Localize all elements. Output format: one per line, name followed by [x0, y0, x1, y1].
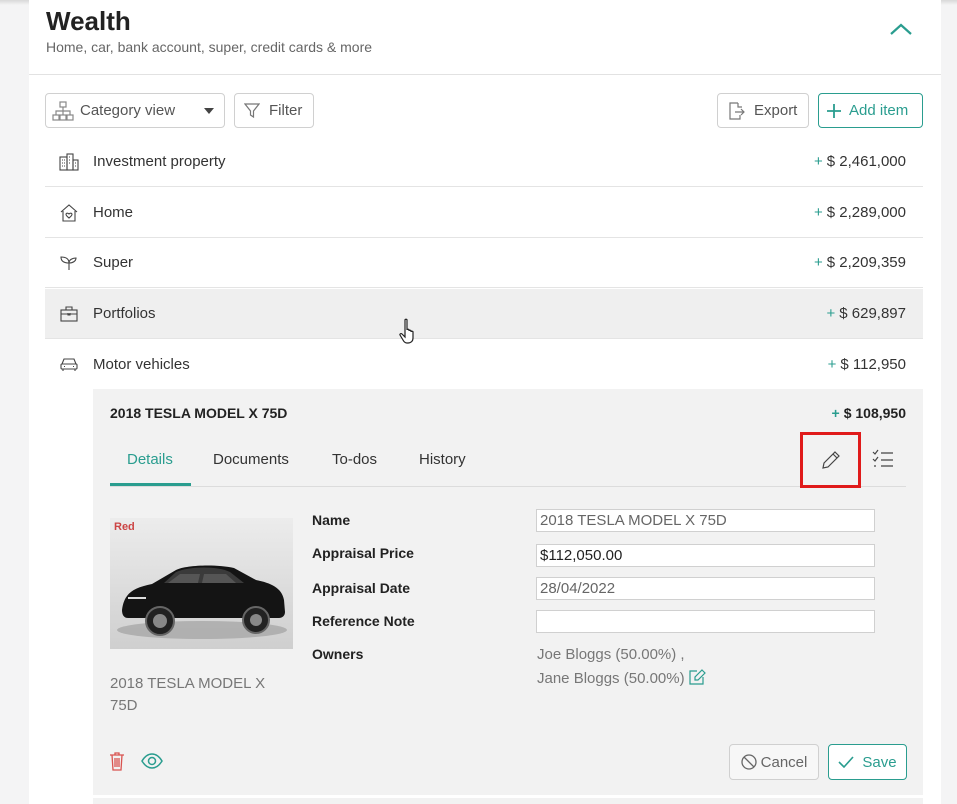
- category-label: Super: [93, 254, 134, 271]
- ban-icon: [740, 754, 757, 770]
- plus-icon: [819, 103, 849, 118]
- name-field[interactable]: 2018 TESLA MODEL X 75D: [536, 509, 875, 532]
- name-label: Name: [312, 512, 351, 528]
- category-amount: + $ 629,897: [826, 305, 907, 322]
- reference-note-field[interactable]: [536, 610, 875, 633]
- add-item-button[interactable]: Add item: [818, 93, 923, 128]
- category-amount: + $ 2,209,359: [813, 254, 906, 271]
- funnel-icon: [235, 102, 269, 119]
- category-row-motor-vehicles[interactable]: Motor vehicles + $ 112,950: [45, 339, 923, 389]
- tab-todos[interactable]: To-dos: [332, 451, 377, 468]
- category-label: Investment property: [93, 153, 226, 170]
- category-label: Portfolios: [93, 305, 156, 322]
- hand-cursor-icon: [399, 318, 414, 344]
- category-label: Motor vehicles: [93, 355, 190, 373]
- owner-2: Jane Bloggs (50.00%): [537, 669, 706, 687]
- hierarchy-icon: [46, 100, 80, 121]
- category-view-label: Category view: [80, 102, 176, 119]
- header-divider: [29, 74, 941, 75]
- edit-owners-icon[interactable]: [689, 669, 706, 685]
- trash-icon[interactable]: [107, 751, 127, 771]
- owner-1: Joe Bloggs (50.00%) ,: [537, 646, 685, 663]
- category-amount: + $ 2,289,000: [813, 204, 906, 221]
- category-amount: + $ 112,950: [827, 355, 906, 373]
- appraisal-price-field[interactable]: $112,050.00: [536, 544, 875, 567]
- category-row-home[interactable]: Home + $ 2,289,000: [45, 188, 923, 238]
- vehicle-image: Red: [110, 518, 293, 649]
- export-button[interactable]: Export: [717, 93, 809, 128]
- category-amount: + $ 2,461,000: [813, 153, 906, 170]
- chevron-up-icon: [890, 23, 912, 35]
- filter-button[interactable]: Filter: [234, 93, 314, 128]
- page-title: Wealth: [46, 6, 131, 36]
- checklist-icon: [872, 449, 893, 467]
- page-subtitle: Home, car, bank account, super, credit c…: [46, 39, 373, 55]
- category-row-super[interactable]: Super + $ 2,209,359: [45, 238, 923, 288]
- category-row-portfolios[interactable]: Portfolios + $ 629,897: [45, 289, 923, 339]
- save-button[interactable]: Save: [828, 744, 907, 780]
- vehicle-caption: 2018 TESLA MODEL X 75D: [110, 675, 266, 714]
- item-amount: + $ 108,950: [831, 405, 906, 421]
- edit-button[interactable]: [800, 432, 861, 488]
- checklist-button[interactable]: [872, 449, 894, 474]
- filter-label: Filter: [269, 102, 303, 119]
- active-tab-indicator: [110, 483, 191, 486]
- owners-label: Owners: [312, 646, 364, 662]
- appraisal-price-label: Appraisal Price: [312, 545, 414, 561]
- appraisal-date-field[interactable]: 28/04/2022: [536, 577, 875, 600]
- check-icon: [838, 756, 854, 768]
- category-view-select[interactable]: Category view: [45, 93, 225, 128]
- eye-icon[interactable]: [141, 752, 163, 770]
- tab-history[interactable]: History: [419, 451, 466, 468]
- tab-details[interactable]: Details: [127, 451, 173, 468]
- image-tag: Red: [114, 521, 135, 533]
- pencil-icon: [821, 451, 840, 469]
- tab-documents[interactable]: Documents: [213, 451, 289, 468]
- export-icon: [718, 101, 754, 120]
- export-label: Export: [754, 102, 798, 119]
- buildings-icon: [45, 152, 93, 171]
- car-icon: [45, 357, 93, 371]
- cancel-button[interactable]: Cancel: [729, 744, 819, 780]
- category-label: Home: [93, 204, 134, 221]
- briefcase-icon: [45, 305, 93, 322]
- sprout-icon: [45, 255, 93, 271]
- appraisal-date-label: Appraisal Date: [312, 580, 411, 596]
- tab-divider: [110, 486, 906, 487]
- collapse-button[interactable]: [887, 16, 915, 42]
- add-item-label: Add item: [849, 102, 909, 119]
- item-title: 2018 TESLA MODEL X 75D: [110, 405, 288, 421]
- category-row-investment-property[interactable]: Investment property + $ 2,461,000: [45, 137, 923, 187]
- home-icon: [45, 203, 93, 222]
- reference-note-label: Reference Note: [312, 613, 415, 629]
- caret-down-icon: [204, 107, 214, 114]
- next-item-panel: [93, 798, 923, 804]
